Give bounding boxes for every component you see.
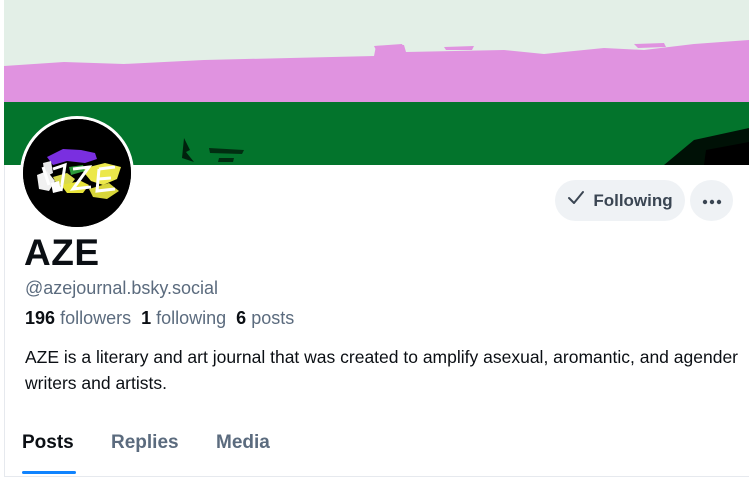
followers-label: followers xyxy=(60,308,132,328)
ellipsis-icon xyxy=(702,192,722,210)
posts-stat: 6 posts xyxy=(236,308,294,329)
profile-bio: AZE is a literary and art journal that w… xyxy=(25,347,739,393)
profile-tabs: Posts Replies Media xyxy=(4,422,749,476)
following-button-label: Following xyxy=(593,190,673,210)
more-options-button[interactable] xyxy=(690,180,733,221)
profile-page: Following AZE @azejournal.bsky.social 19… xyxy=(4,0,749,477)
followers-link[interactable]: 196 followers xyxy=(25,308,131,329)
posts-count: 6 xyxy=(236,308,247,328)
following-label: following xyxy=(156,308,227,328)
tab-media[interactable]: Media xyxy=(216,432,270,454)
profile-handle: @azejournal.bsky.social xyxy=(25,278,219,298)
aze-logo-icon xyxy=(23,119,131,227)
profile-stats: 196 followers 1 following 6 posts xyxy=(25,308,294,329)
check-icon xyxy=(567,189,585,212)
tab-replies[interactable]: Replies xyxy=(111,432,179,454)
active-tab-indicator xyxy=(22,471,76,474)
following-count: 1 xyxy=(141,308,152,328)
avatar-image xyxy=(23,119,131,227)
display-name: AZE xyxy=(24,232,100,273)
followers-count: 196 xyxy=(25,308,56,328)
avatar[interactable] xyxy=(20,116,134,230)
tab-posts[interactable]: Posts xyxy=(22,432,74,454)
posts-label: posts xyxy=(251,308,295,328)
left-border xyxy=(4,165,5,477)
following-link[interactable]: 1 following xyxy=(141,308,226,329)
following-button[interactable]: Following xyxy=(555,180,685,221)
